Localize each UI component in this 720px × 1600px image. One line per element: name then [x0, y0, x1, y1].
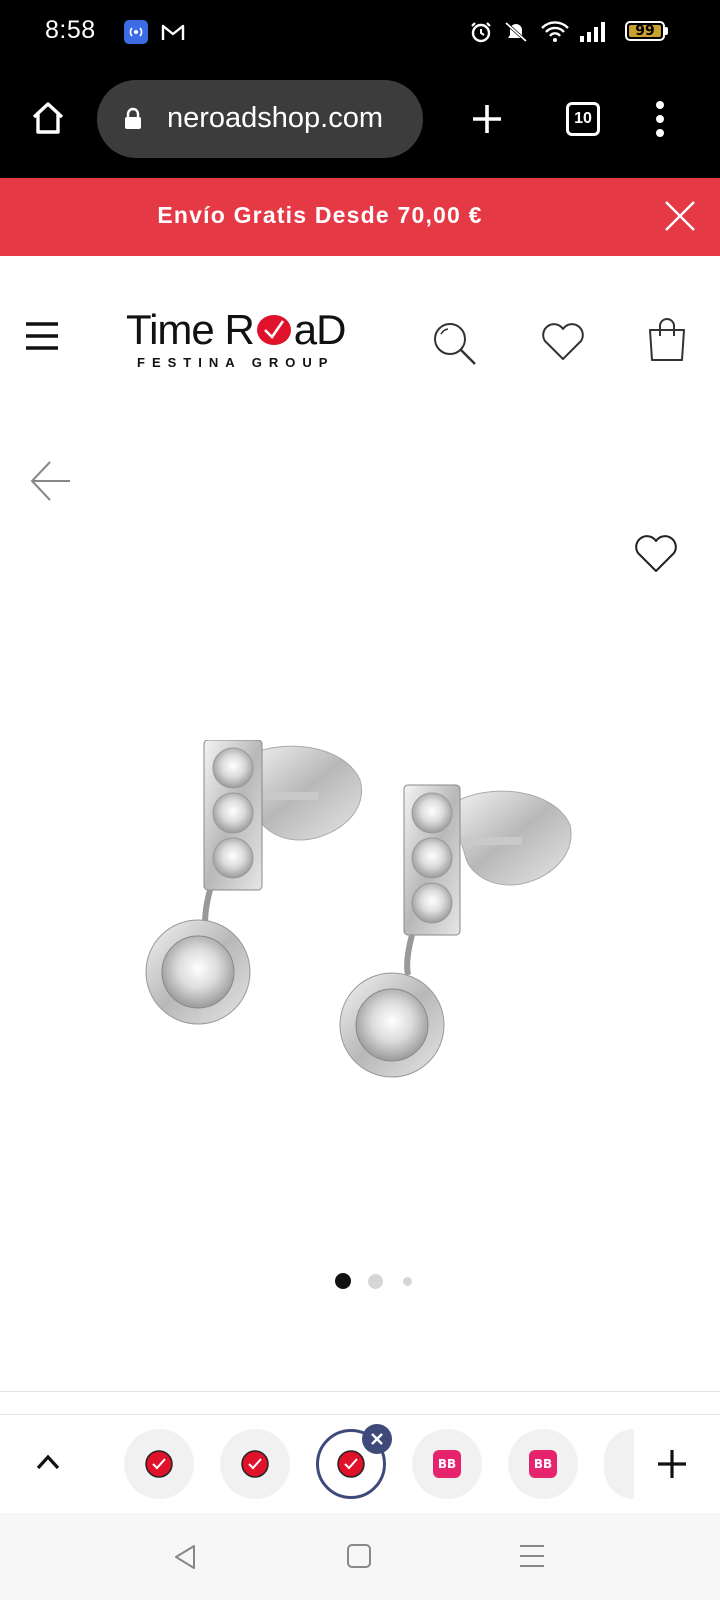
section-divider: [0, 1391, 720, 1392]
logo-text-left: Time R: [126, 306, 255, 353]
promo-text: Envío Gratis Desde 70,00 €: [157, 202, 483, 228]
nav-recents-icon[interactable]: [518, 1543, 546, 1574]
wishlist-heart-icon[interactable]: [540, 322, 586, 367]
logo-wordmark: Time R aD: [126, 306, 347, 354]
search-icon[interactable]: [431, 320, 479, 373]
nav-back-icon[interactable]: [172, 1543, 200, 1576]
hotspot-icon: [124, 20, 148, 49]
status-bar: 8:58 99: [0, 0, 720, 64]
bb-icon: BB: [529, 1450, 557, 1478]
earrings-product-image[interactable]: [130, 740, 590, 1120]
tab-switcher-button[interactable]: 10: [566, 102, 600, 136]
browser-toolbar: neroadshop.com 10: [0, 64, 720, 178]
product-wishlist-heart-icon[interactable]: [634, 534, 678, 579]
shopping-bag-icon[interactable]: [646, 316, 688, 369]
site-header: Time R aD FESTINA GROUP: [0, 256, 720, 406]
status-time: 8:58: [45, 16, 96, 44]
tab-thumb-1[interactable]: [124, 1429, 194, 1499]
logo-text-right: aD: [293, 306, 347, 353]
carousel-dot-1[interactable]: [335, 1273, 351, 1289]
close-icon[interactable]: [663, 199, 697, 238]
promo-banner: Envío Gratis Desde 70,00 €: [0, 178, 720, 256]
system-nav-bar: [0, 1513, 720, 1600]
lock-icon: [123, 107, 143, 136]
timeroad-icon: [241, 1450, 269, 1478]
new-tab-icon[interactable]: [470, 102, 504, 141]
new-tab-plus-icon[interactable]: [656, 1448, 688, 1485]
logo-subtitle: FESTINA GROUP: [137, 355, 335, 370]
mute-icon: [502, 20, 530, 49]
home-icon[interactable]: [29, 99, 67, 142]
back-arrow-icon[interactable]: [28, 458, 72, 509]
url-text: neroadshop.com: [167, 102, 384, 134]
carousel-dot-3[interactable]: [403, 1277, 412, 1286]
alarm-icon: [469, 20, 493, 49]
collapse-tabs-icon[interactable]: [35, 1453, 61, 1476]
address-bar[interactable]: neroadshop.com: [97, 80, 423, 158]
hamburger-menu-icon[interactable]: [24, 320, 60, 357]
close-tab-icon[interactable]: [362, 1424, 392, 1454]
tab-thumb-5[interactable]: BB: [508, 1429, 578, 1499]
gmail-icon: [160, 20, 186, 49]
tab-thumb-2[interactable]: [220, 1429, 290, 1499]
tab-thumb-partial[interactable]: [604, 1429, 634, 1499]
tab-thumb-4[interactable]: BB: [412, 1429, 482, 1499]
tab-strip: BB BB: [0, 1414, 720, 1514]
battery-level: 99: [635, 23, 655, 39]
timeroad-icon: [145, 1450, 173, 1478]
signal-icon: [578, 20, 608, 49]
wifi-icon: [540, 20, 570, 49]
battery-icon: 99: [625, 21, 665, 41]
timeroad-icon: [337, 1450, 365, 1478]
nav-home-icon[interactable]: [346, 1543, 372, 1574]
logo-check-icon: [256, 315, 291, 345]
carousel-dot-2[interactable]: [368, 1274, 383, 1289]
menu-dots-icon[interactable]: [654, 100, 666, 143]
bb-icon: BB: [433, 1450, 461, 1478]
